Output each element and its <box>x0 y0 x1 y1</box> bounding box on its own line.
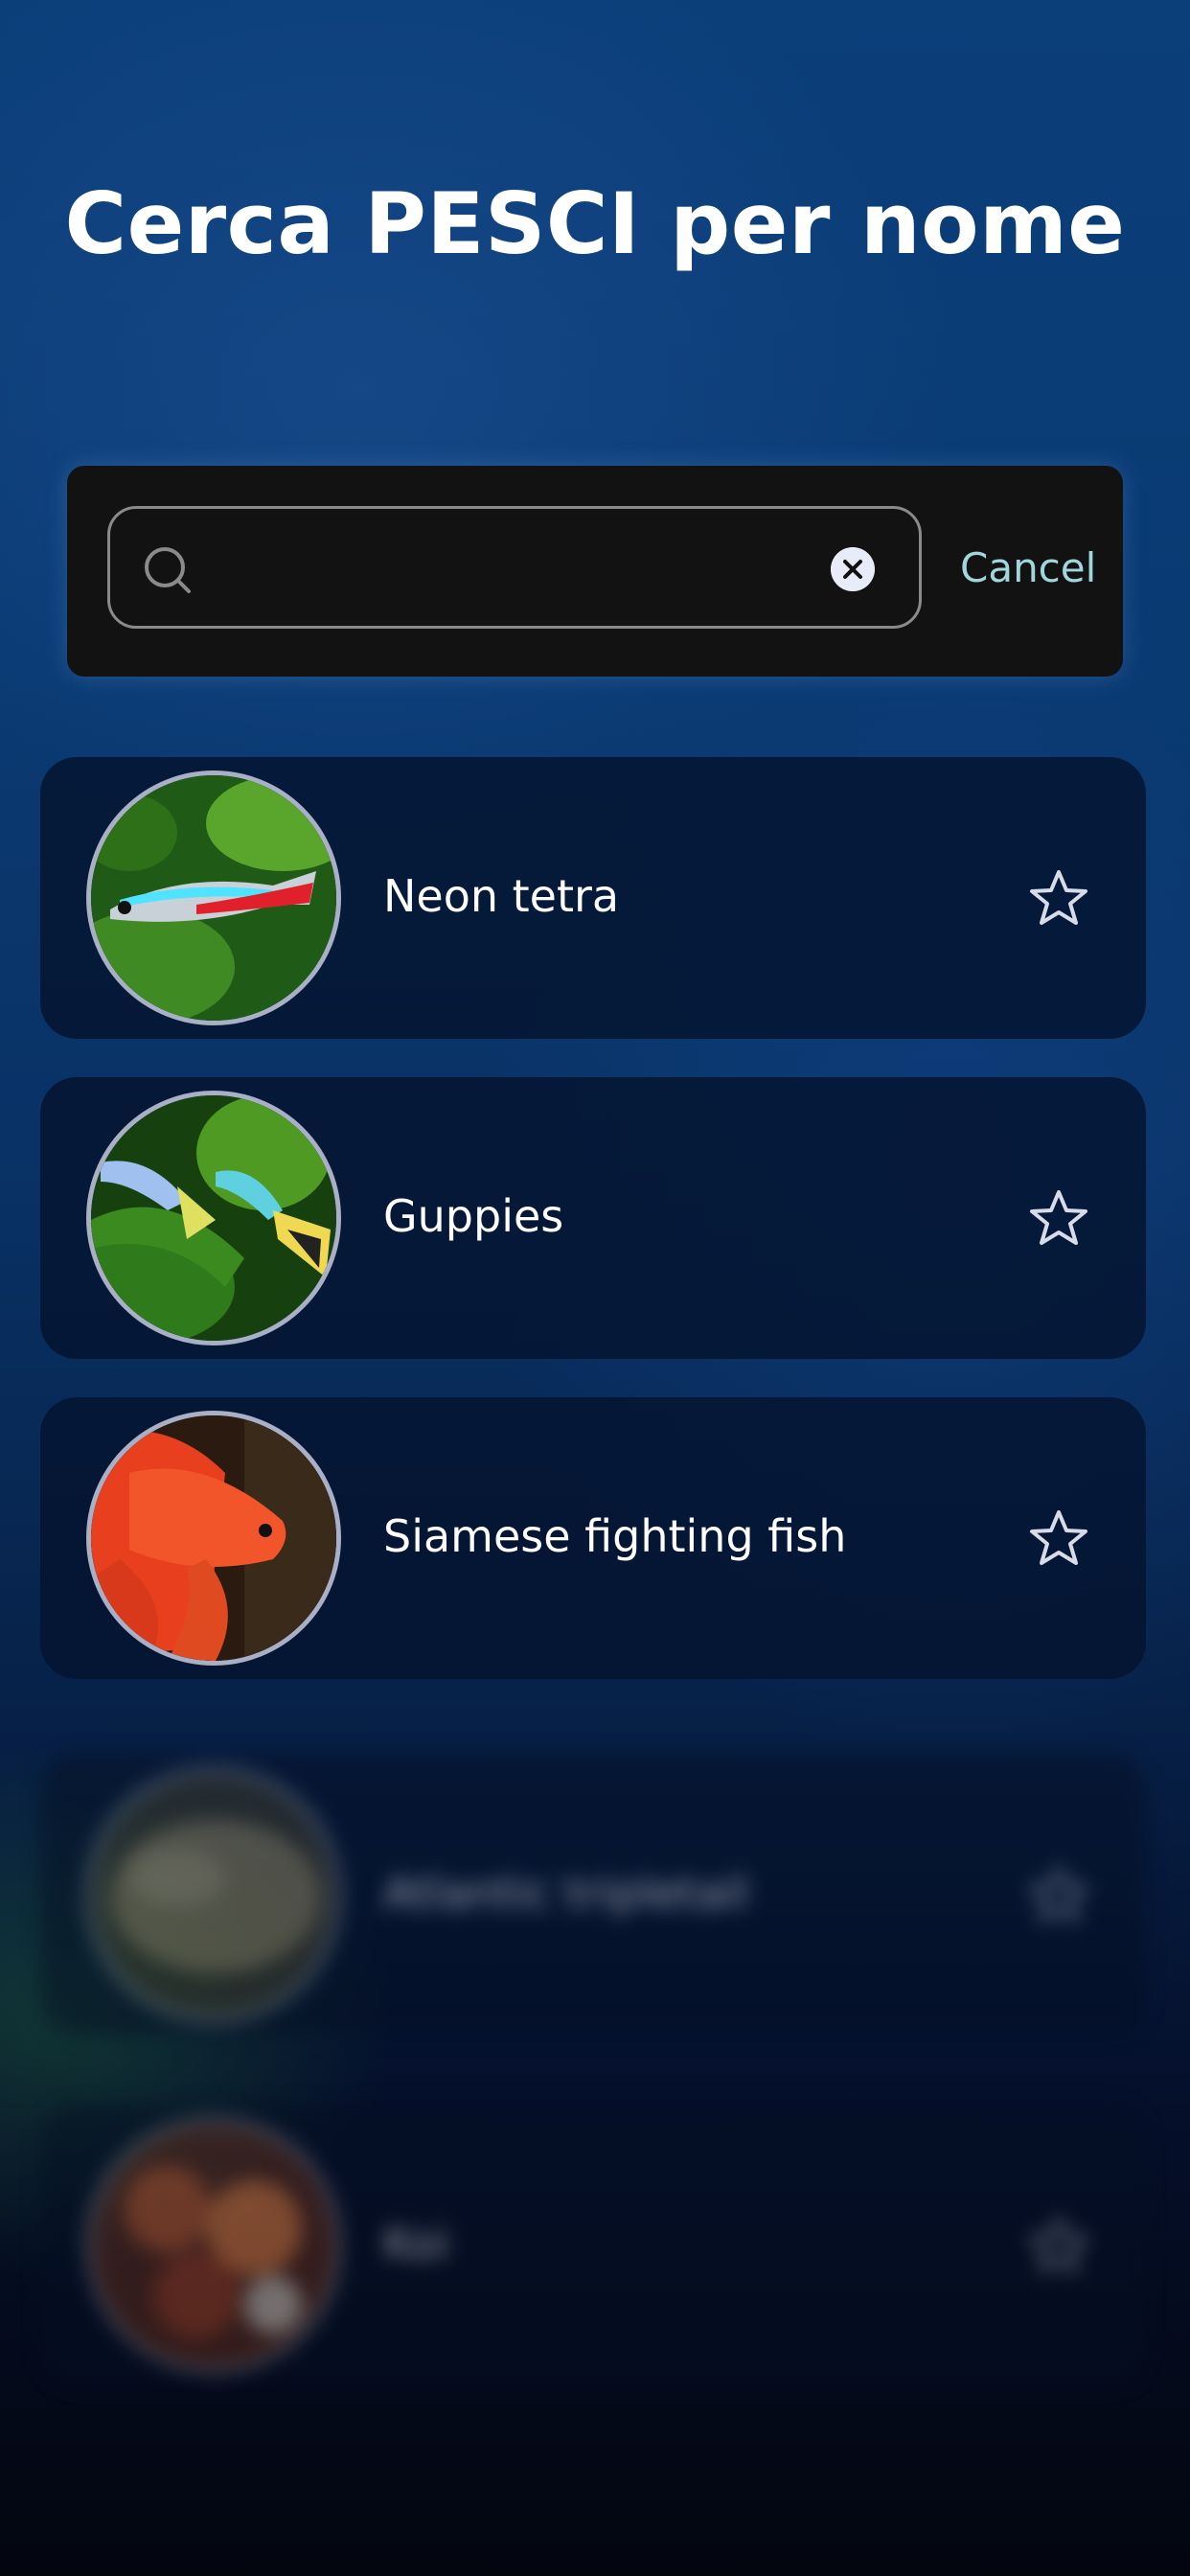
result-item[interactable]: Neon tetra <box>40 757 1146 1039</box>
clear-search-icon[interactable] <box>831 547 875 591</box>
search-field[interactable] <box>107 506 922 629</box>
fish-avatar <box>86 2118 341 2373</box>
fish-name: Koi <box>383 2218 449 2269</box>
fish-avatar <box>86 1091 341 1346</box>
fish-name: Siamese fighting fish <box>383 1510 847 1562</box>
fish-name: Neon tetra <box>383 870 620 922</box>
fish-avatar <box>86 770 341 1025</box>
star-outline-icon[interactable] <box>1029 1865 1088 1924</box>
star-outline-icon[interactable] <box>1029 868 1088 928</box>
star-outline-icon[interactable] <box>1029 2216 1088 2275</box>
star-outline-icon[interactable] <box>1029 1508 1088 1568</box>
fish-name: Guppies <box>383 1190 564 1242</box>
result-item[interactable]: Atlantic tripletail <box>40 1754 1146 2036</box>
result-item[interactable]: Guppies <box>40 1077 1146 1359</box>
cancel-button[interactable]: Cancel <box>960 544 1096 591</box>
star-outline-icon[interactable] <box>1029 1188 1088 1248</box>
search-panel: Cancel <box>67 466 1123 677</box>
search-icon <box>145 547 191 593</box>
result-item[interactable]: Koi <box>40 2104 1146 2386</box>
fish-avatar <box>86 1411 341 1666</box>
search-input[interactable] <box>216 528 813 609</box>
result-item[interactable]: Siamese fighting fish <box>40 1397 1146 1679</box>
fish-avatar <box>86 1767 341 2022</box>
fish-name: Atlantic tripletail <box>383 1867 749 1919</box>
page-title: Cerca PESCI per nome <box>64 174 1126 273</box>
